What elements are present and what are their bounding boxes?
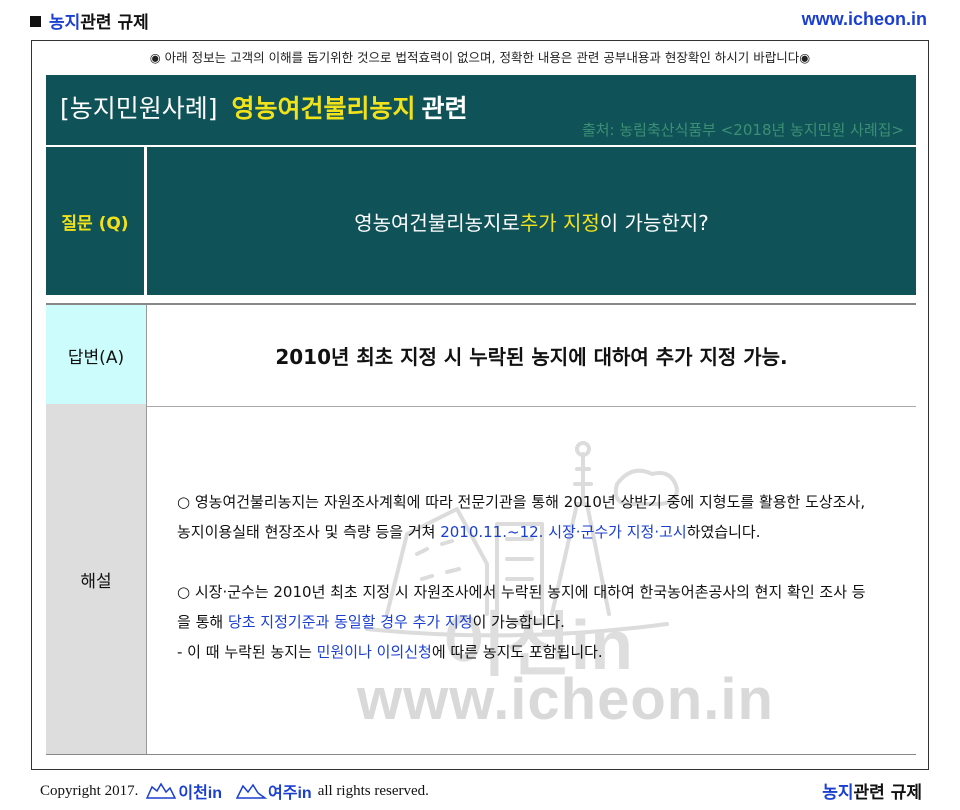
disclaimer-notice: ◉ 아래 정보는 고객의 이해를 돕기위한 것으로 법적효력이 없으며, 정확한… [149, 50, 811, 65]
source-citation: 출처: 농림축산식품부 <2018년 농지민원 사례집> [581, 121, 904, 139]
yeoju-logo[interactable]: 여주in [234, 779, 312, 803]
answer-row: 답변(A) 2010년 최초 지정 시 누락된 농지에 대하여 추가 지정 가능… [46, 303, 916, 407]
yeoju-logo-icon [235, 783, 268, 799]
icheon-logo-icon [146, 782, 177, 799]
footer-copyright: Copyright 2017. 이천in 여주in all rights res… [40, 779, 429, 803]
answer-text: 2010년 최초 지정 시 누락된 농지에 대하여 추가 지정 가능. [275, 345, 788, 369]
question-text-after: 이 가능한지? [599, 210, 709, 235]
title-topic: 영농여건불리농지 [231, 94, 416, 123]
icheon-logo-label: 이천in [178, 785, 223, 802]
p3-text: - 이 때 누락된 농지는 [177, 643, 317, 661]
explanation-body: 이천in www.icheon.in ○ 영농여건불리농지는 자원조사계획에 따… [147, 404, 916, 754]
explanation-paragraph-1: ○ 영농여건불리농지는 자원조사계획에 따라 전문기관을 통해 2010년 상반… [177, 487, 877, 547]
explanation-row: 해설 이천in www.icheon.in ○ 영농여건불리농지는 자원조사계획… [46, 404, 916, 755]
content-frame: ◉ 아래 정보는 고객의 이해를 돕기위한 것으로 법적효력이 없으며, 정확한… [31, 40, 929, 770]
copyright-text: Copyright 2017. [40, 782, 139, 799]
title-bracket: [농지민원사례] [60, 94, 218, 123]
question-text-highlight: 추가 지정 [519, 210, 600, 235]
question-text-before: 영농여건불리농지로 [354, 210, 520, 235]
p2-highlight: 당초 지정기준과 동일할 경우 추가 지정 [227, 613, 473, 631]
explanation-label: 해설 [46, 404, 147, 754]
footer-category-highlight: 농지 [822, 783, 854, 803]
title-bar: [농지민원사례] 영농여건불리농지 관련 출처: 농림축산식품부 <2018년 농지… [46, 75, 916, 145]
site-link[interactable]: www.icheon.in [802, 9, 927, 30]
category-rest: 관련 규제 [80, 13, 149, 33]
footer-category: 농지관련 규제 [822, 778, 922, 803]
explanation-paragraph-2: ○ 시장·군수는 2010년 최초 지정 시 자원조사에서 누락된 농지에 대하… [177, 577, 877, 667]
question-row: 질문 (Q) 영농여건불리농지로 추가 지정 이 가능한지? [46, 147, 916, 295]
rights-text: all rights reserved. [317, 782, 429, 799]
page-title: [농지민원사례] 영농여건불리농지 관련 [60, 89, 468, 125]
p3-highlight: 민원이나 이의신청 [316, 643, 432, 661]
category-highlight: 농지 [49, 13, 81, 33]
yeoju-logo-label: 여주in [268, 785, 312, 802]
answer-label: 답변(A) [46, 305, 147, 406]
p1-highlight: 2010.11.~12. 시장·군수가 지정·고시 [440, 523, 687, 541]
square-bullet-icon [30, 16, 41, 27]
question-label: 질문 (Q) [46, 147, 144, 295]
p2-tail: 이 가능합니다. [472, 613, 565, 631]
p3-tail: 에 따른 농지도 포함됩니다. [431, 643, 603, 661]
question-text: 영농여건불리농지로 추가 지정 이 가능한지? [147, 147, 916, 295]
footer-category-rest: 관련 규제 [853, 783, 922, 803]
title-suffix: 관련 [421, 94, 468, 123]
watermark-text: www.icheon.in [357, 667, 774, 732]
page-category: 농지관련 규제 [30, 8, 149, 33]
p1-tail: 하였습니다. [686, 523, 761, 541]
icheon-logo[interactable]: 이천in [144, 779, 222, 803]
